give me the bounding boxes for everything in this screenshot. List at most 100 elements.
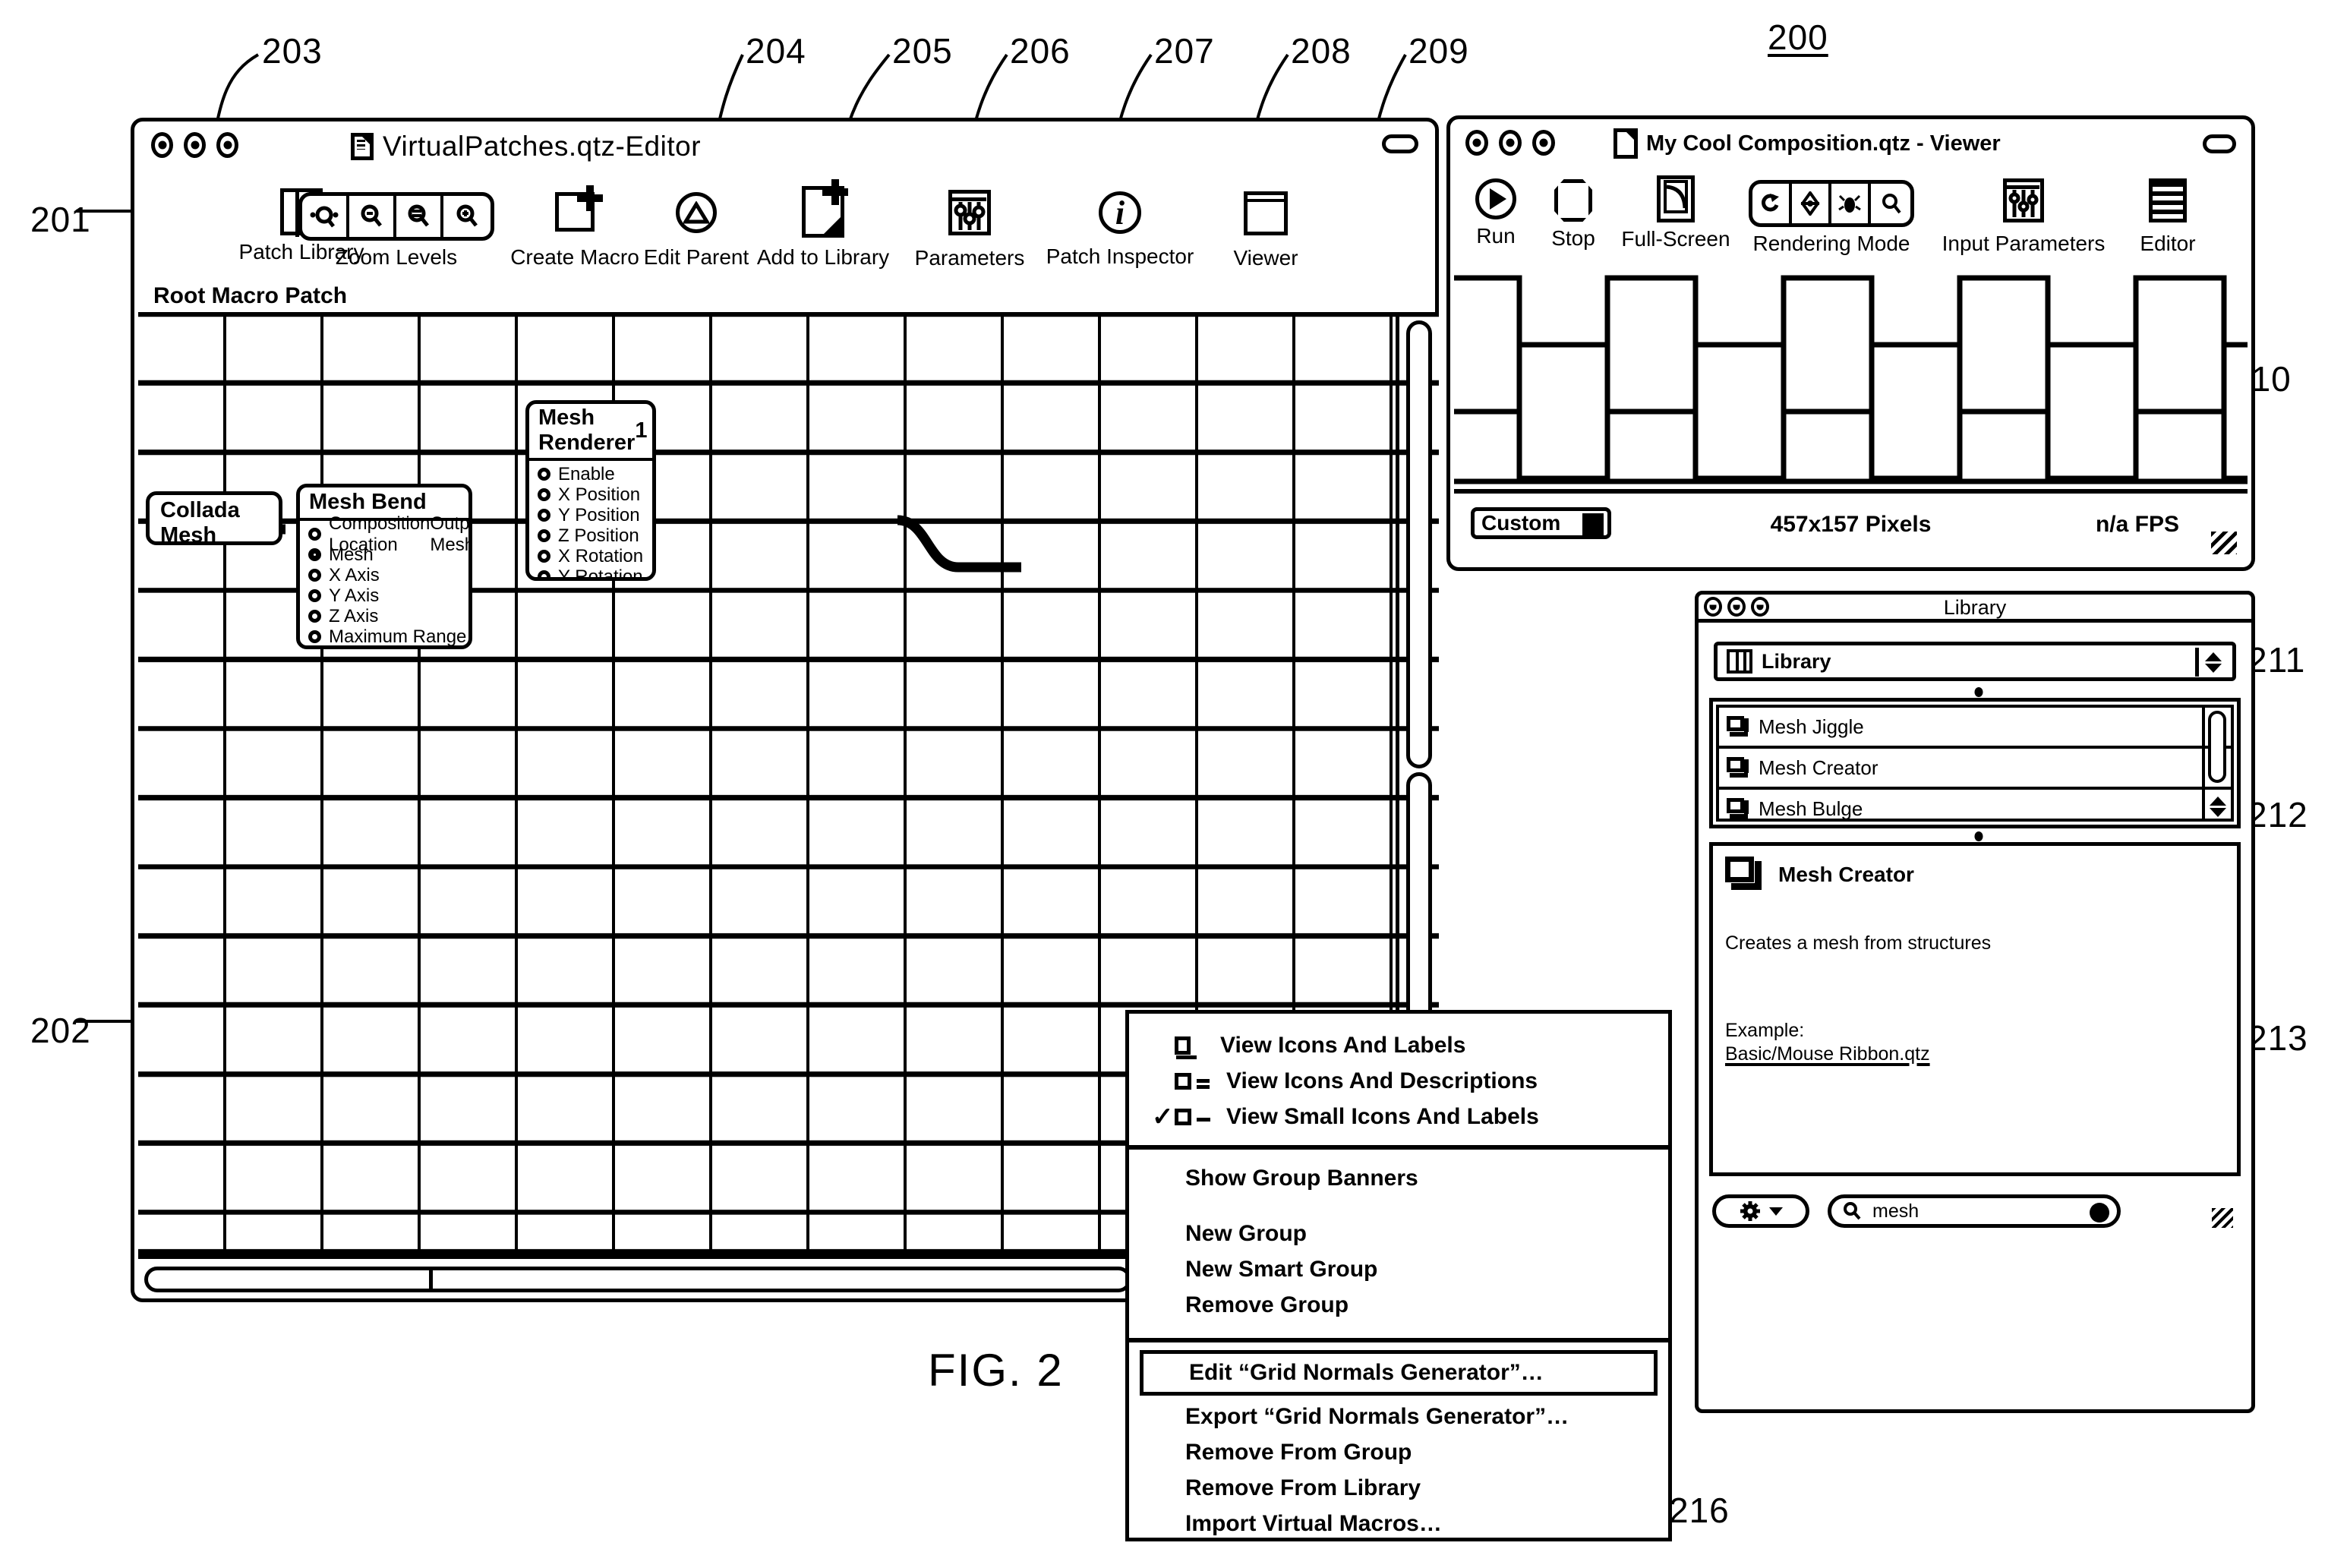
patch-port-row[interactable]: Y Rotation bbox=[529, 566, 652, 577]
input-port[interactable] bbox=[538, 488, 550, 501]
menu-item-import-virtual-macros[interactable]: Import Virtual Macros… bbox=[1129, 1506, 1668, 1541]
scrollbar-thumb[interactable] bbox=[1406, 320, 1432, 768]
zoom-in-icon[interactable] bbox=[443, 196, 491, 237]
toolbar-item-input-parameters[interactable]: Input Parameters bbox=[1936, 178, 2111, 256]
close-button[interactable] bbox=[1465, 130, 1488, 156]
patch-port-row[interactable]: Y Axis bbox=[300, 585, 468, 606]
split-handle-top[interactable] bbox=[1974, 687, 1983, 697]
zoom-button[interactable] bbox=[1532, 130, 1555, 156]
patch-node-mesh-renderer[interactable]: Mesh Renderer 1 Enable X Position Y Positi… bbox=[525, 400, 656, 581]
patch-port-row[interactable]: X Rotation bbox=[529, 546, 652, 566]
zoom-out-icon[interactable] bbox=[349, 196, 396, 237]
minimize-button[interactable] bbox=[184, 132, 206, 158]
input-port[interactable] bbox=[308, 528, 321, 541]
library-window[interactable]: Library Library Mesh Jiggle Mesh Creator M… bbox=[1695, 591, 2255, 1413]
clear-icon[interactable] bbox=[2090, 1203, 2109, 1223]
patch-port-row[interactable]: Mesh bbox=[300, 544, 468, 565]
diamond-icon[interactable] bbox=[1792, 184, 1831, 223]
close-button[interactable] bbox=[151, 132, 173, 158]
toolbar-item-editor[interactable]: Editor bbox=[2118, 178, 2217, 256]
bug-icon[interactable] bbox=[1831, 184, 1871, 223]
scrollbar-thumb[interactable] bbox=[144, 1267, 1131, 1292]
library-search-input[interactable]: mesh bbox=[1828, 1194, 2121, 1228]
input-port[interactable] bbox=[308, 589, 321, 602]
library-list[interactable]: Mesh Jiggle Mesh Creator Mesh Bulge bbox=[1709, 698, 2241, 828]
input-port[interactable] bbox=[538, 529, 550, 542]
list-item[interactable]: Mesh Jiggle bbox=[1719, 708, 2231, 749]
list-item[interactable]: Mesh Creator bbox=[1719, 749, 2231, 790]
magnifier-icon[interactable] bbox=[1871, 184, 1910, 223]
patch-port-row[interactable]: Enable bbox=[529, 464, 652, 484]
toolbar-item-parameters[interactable]: Parameters bbox=[901, 190, 1038, 270]
input-port[interactable] bbox=[538, 550, 550, 563]
menu-item-export-grid-normals-generator[interactable]: Export “Grid Normals Generator”… bbox=[1129, 1399, 1668, 1434]
window-controls[interactable] bbox=[151, 132, 238, 158]
split-handle-bottom[interactable] bbox=[1974, 831, 1983, 841]
input-port[interactable] bbox=[308, 569, 321, 582]
input-port[interactable] bbox=[538, 509, 550, 522]
patch-port-row[interactable]: X Axis bbox=[300, 565, 468, 585]
resize-grip[interactable] bbox=[2212, 1208, 2233, 1228]
toolbar-item-full-screen[interactable]: Full-Screen bbox=[1619, 175, 1733, 251]
menu-item-remove-group[interactable]: Remove Group bbox=[1129, 1287, 1668, 1323]
input-port[interactable] bbox=[308, 548, 321, 561]
context-menu[interactable]: View Icons And Labels View Icons And Des… bbox=[1125, 1010, 1672, 1541]
ref-206: 206 bbox=[1010, 31, 1071, 71]
viewer-render-area[interactable] bbox=[1454, 275, 2248, 489]
library-list-scrollbar[interactable] bbox=[2202, 708, 2231, 819]
toolbar-item-edit-parent[interactable]: Edit Parent bbox=[628, 192, 765, 270]
render-order-stepper[interactable] bbox=[653, 420, 656, 441]
toolbar-toggle-button[interactable] bbox=[1382, 134, 1418, 153]
zoom-button[interactable] bbox=[216, 132, 238, 158]
input-port[interactable] bbox=[308, 610, 321, 623]
zoom-levels-group-icon[interactable] bbox=[298, 192, 494, 241]
input-port[interactable] bbox=[538, 570, 550, 577]
viewer-window[interactable]: My Cool Composition.qtz - Viewer Run Sto… bbox=[1446, 115, 2255, 571]
minimize-button[interactable] bbox=[1499, 130, 1522, 156]
patch-port-row[interactable]: Y Position bbox=[529, 505, 652, 525]
refresh-icon[interactable] bbox=[1752, 184, 1792, 223]
menu-item-show-group-banners[interactable]: Show Group Banners bbox=[1129, 1160, 1668, 1196]
toolbar-toggle-button[interactable] bbox=[2203, 134, 2236, 153]
toolbar-item-stop[interactable]: Stop bbox=[1535, 179, 1611, 251]
patch-port-row[interactable]: Maximum Range bbox=[300, 626, 468, 645]
toolbar-item-zoom-levels[interactable]: Zoom Levels bbox=[294, 192, 499, 270]
zoom-fit-icon[interactable] bbox=[302, 196, 349, 237]
patch-node-mesh-bend[interactable]: Mesh Bend Composition LocationOutput Mes… bbox=[296, 484, 472, 649]
toolbar-item-add-to-library[interactable]: Add to Library bbox=[751, 179, 895, 270]
patch-port-row[interactable]: Minimum Range bbox=[300, 647, 468, 649]
window-controls[interactable] bbox=[1465, 130, 1555, 156]
toolbar-item-viewer[interactable]: Viewer bbox=[1197, 191, 1334, 270]
menu-item-new-group[interactable]: New Group bbox=[1129, 1216, 1668, 1251]
rendering-mode-group-icon[interactable] bbox=[1749, 180, 1914, 227]
toolbar-item-create-macro[interactable]: Create Macro bbox=[506, 185, 643, 270]
patch-port-row[interactable]: Composition LocationOutput Mesh bbox=[300, 513, 468, 555]
menu-item-remove-from-group[interactable]: Remove From Group bbox=[1129, 1434, 1668, 1470]
menu-item-view-icons-and-labels[interactable]: View Icons And Labels bbox=[1129, 1027, 1668, 1063]
menu-item-view-icons-and-descriptions[interactable]: View Icons And Descriptions bbox=[1129, 1063, 1668, 1099]
menu-item-view-small-icons-and-labels[interactable]: ✓ View Small Icons And Labels bbox=[1129, 1099, 1668, 1134]
toolbar-item-rendering-mode[interactable]: Rendering Mode bbox=[1740, 180, 1923, 256]
menu-item-edit-grid-normals-generator[interactable]: Edit “Grid Normals Generator”… bbox=[1140, 1350, 1658, 1396]
toolbar-item-patch-inspector[interactable]: i Patch Inspector bbox=[1036, 191, 1203, 269]
patch-node-collada-mesh-importer[interactable]: Collada Mesh Importer Mesh Location Mesh bbox=[146, 491, 282, 545]
patch-port-row[interactable]: Z Axis bbox=[300, 606, 468, 626]
list-item[interactable]: Mesh Bulge bbox=[1719, 790, 2231, 828]
gear-menu-button[interactable] bbox=[1712, 1194, 1809, 1228]
patch-port-row[interactable]: X Position bbox=[529, 484, 652, 505]
input-port[interactable] bbox=[538, 468, 550, 481]
toolbar-item-run[interactable]: Run bbox=[1458, 178, 1534, 248]
detail-example-link[interactable]: Basic/Mouse Ribbon.qtz bbox=[1713, 1042, 1930, 1065]
patch-port-row[interactable]: Z Position bbox=[529, 525, 652, 546]
input-port[interactable] bbox=[308, 630, 321, 643]
scroll-arrows[interactable] bbox=[2207, 797, 2229, 817]
library-source-combobox[interactable]: Library bbox=[1714, 642, 2236, 681]
menu-item-remove-from-library[interactable]: Remove From Library bbox=[1129, 1470, 1668, 1506]
scrollbar-thumb[interactable] bbox=[2208, 711, 2226, 783]
scrollbar-thumb-secondary[interactable] bbox=[1406, 772, 1432, 1023]
chevron-updown-icon[interactable] bbox=[2195, 648, 2228, 677]
zoom-actual-icon[interactable] bbox=[396, 196, 443, 237]
menu-item-new-smart-group[interactable]: New Smart Group bbox=[1129, 1251, 1668, 1287]
breadcrumb[interactable]: Root Macro Patch bbox=[138, 277, 1439, 317]
resize-grip[interactable] bbox=[2211, 532, 2237, 554]
